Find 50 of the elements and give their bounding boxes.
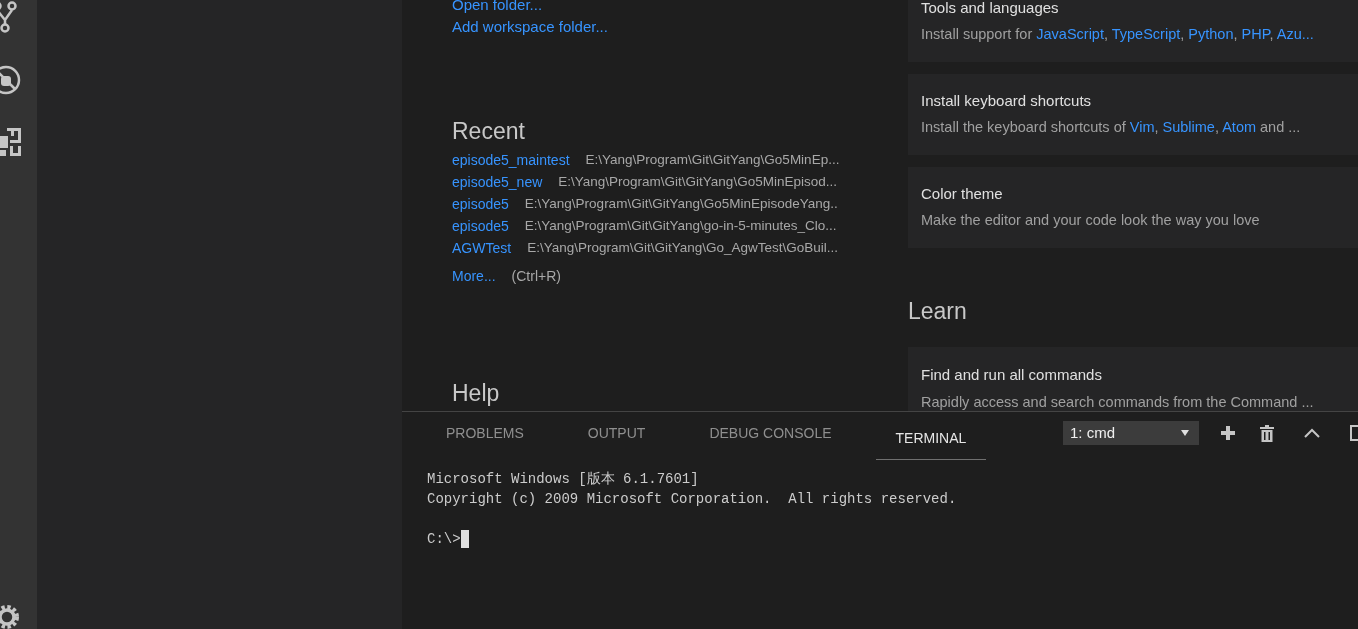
folder-path: E:\Yang\Program\Git\GitYang\Go5MinEpisodeYang.. <box>524 195 838 213</box>
card-title: Tools and languages <box>921 0 1060 18</box>
link[interactable]: Python <box>1188 26 1234 43</box>
terminal-prompt: C:\> <box>427 530 461 549</box>
card-description: Install support for JavaScript, TypeScript, Python, PHP, Azu... <box>921 25 1315 45</box>
recent-folder-link[interactable]: AGWTest <box>452 237 512 259</box>
folder-path: E:\Yang\Program\Git\GitYang\go-in-5-minutes_Clo... <box>524 217 837 235</box>
terminal-dropdown[interactable]: 1: cmd <box>1063 421 1199 445</box>
link[interactable]: JavaScript <box>1036 26 1104 43</box>
add-icon[interactable] <box>1221 426 1235 440</box>
folder-path: E:\Yang\Program\Git\GitYang\Go5MinEpisod... <box>558 173 837 191</box>
trash-icon[interactable] <box>1260 424 1274 442</box>
shortcut-hint: (Ctrl+R) <box>511 267 561 286</box>
welcome-card[interactable]: Install keyboard shortcuts Install the keyboard shortcuts of Vim, Sublime, Atom and ... <box>908 74 1358 155</box>
card-description: Rapidly access and search commands from the Command ... <box>921 392 1315 411</box>
more-link[interactable]: More... <box>452 266 496 286</box>
terminal-cursor <box>460 530 469 548</box>
recent-folder-link[interactable]: episode5 <box>452 215 509 237</box>
card-description: Make the editor and your code look the way you love <box>921 211 1261 231</box>
link[interactable]: Vim <box>1129 119 1155 136</box>
panel-tab[interactable]: TERMINAL <box>875 418 987 460</box>
link[interactable]: PHP <box>1241 26 1270 43</box>
card-title: Install keyboard shortcuts <box>921 90 1093 111</box>
chevron-up-icon[interactable] <box>1304 428 1320 438</box>
link[interactable]: Atom <box>1222 119 1257 136</box>
link[interactable]: Add workspace folder... <box>452 16 608 38</box>
terminal-text: Microsoft Windows [版本 6.1.7601] <box>427 470 699 489</box>
card-title: Color theme <box>921 183 1004 204</box>
link[interactable]: Open folder... <box>452 0 543 16</box>
section-heading: Recent <box>452 118 525 144</box>
link[interactable]: Sublime <box>1162 119 1215 136</box>
recent-folder-link[interactable]: episode5_maintest <box>452 149 570 171</box>
link[interactable]: Azu... <box>1276 26 1314 43</box>
panel-tab[interactable]: PROBLEMS <box>426 412 544 454</box>
settings-icon[interactable] <box>0 604 20 629</box>
folder-path: E:\Yang\Program\Git\GitYang\Go5MinEp... <box>585 151 840 169</box>
terminal-text: Copyright (c) 2009 Microsoft Corporation. All rights reserved. <box>427 490 957 509</box>
folder-path: E:\Yang\Program\Git\GitYang\Go_AgwTest\GoBuil... <box>527 239 838 257</box>
panel-tab[interactable]: OUTPUT <box>567 412 666 454</box>
welcome-card[interactable]: Tools and languages Install support for JavaScript, TypeScript, Python, PHP, Azu... <box>908 0 1358 62</box>
welcome-card[interactable]: Color theme Make the editor and your code look the way you love <box>908 167 1358 248</box>
card-title: Find and run all commands <box>921 365 1103 385</box>
panel-tab[interactable]: DEBUG CONSOLE <box>689 412 852 454</box>
card-description: Install the keyboard shortcuts of Vim, Sublime, Atom and ... <box>921 118 1302 138</box>
section-heading: Learn <box>908 298 967 324</box>
recent-folder-link[interactable]: episode5_new <box>452 171 543 193</box>
section-heading: Help <box>452 380 500 406</box>
recent-folder-link[interactable]: episode5 <box>452 193 509 215</box>
welcome-card[interactable]: Find and run all commands Rapidly access and search commands from the Command ... <box>908 347 1358 411</box>
extensions-icon[interactable] <box>0 128 22 158</box>
